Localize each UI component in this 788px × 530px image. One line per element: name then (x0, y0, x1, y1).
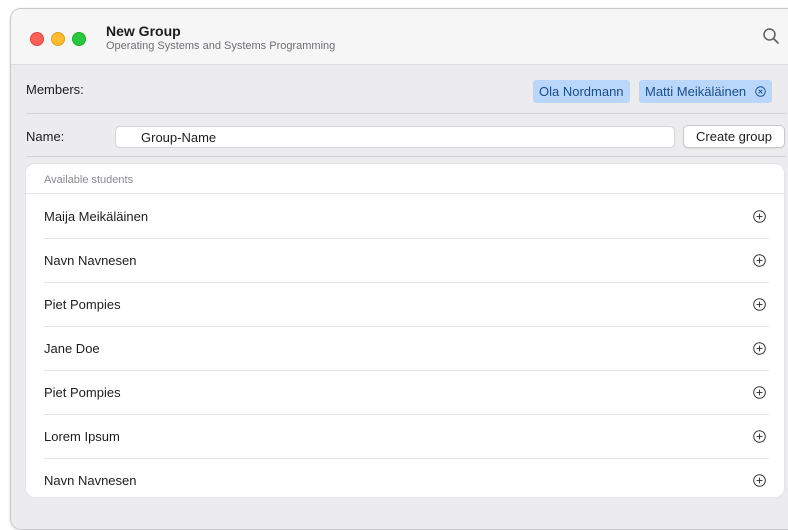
student-row[interactable]: Jane Doe (26, 326, 784, 370)
available-students-panel: Available students Maija Meikäläinen Nav… (26, 164, 784, 497)
add-student-icon[interactable] (753, 342, 766, 355)
members-label: Members: (26, 82, 84, 97)
window-subtitle: Operating Systems and Systems Programmin… (106, 40, 336, 52)
available-students-header: Available students (44, 174, 134, 186)
student-row[interactable]: Navn Navnesen (26, 238, 784, 282)
add-student-icon[interactable] (753, 386, 766, 399)
student-name: Navn Navnesen (44, 253, 137, 268)
student-name: Piet Pompies (44, 385, 121, 400)
search-icon[interactable] (762, 27, 780, 45)
add-student-icon[interactable] (753, 430, 766, 443)
student-name: Jane Doe (44, 341, 100, 356)
student-name: Piet Pompies (44, 297, 121, 312)
name-label: Name: (26, 129, 65, 144)
close-window-button[interactable] (30, 32, 44, 46)
zoom-window-button[interactable] (72, 32, 86, 46)
student-list: Maija Meikäläinen Navn Navnesen Piet Pom… (26, 194, 784, 502)
member-chip-label: Ola Nordmann (539, 84, 624, 99)
add-student-icon[interactable] (753, 474, 766, 487)
remove-member-icon[interactable] (755, 86, 766, 97)
student-name: Maija Meikäläinen (44, 209, 149, 224)
title-bar: New Group Operating Systems and Systems … (11, 9, 788, 65)
student-row[interactable]: Maija Meikäläinen (26, 194, 784, 238)
student-row[interactable]: Navn Navnesen (26, 458, 784, 502)
divider (26, 156, 786, 157)
group-name-input[interactable] (115, 126, 675, 148)
student-name: Navn Navnesen (44, 473, 137, 488)
student-row[interactable]: Piet Pompies (26, 370, 784, 414)
member-chip[interactable]: Ola Nordmann (533, 80, 630, 103)
student-row[interactable]: Lorem Ipsum (26, 414, 784, 458)
minimize-window-button[interactable] (51, 32, 65, 46)
student-row[interactable]: Piet Pompies (26, 282, 784, 326)
member-chip-label: Matti Meikäläinen (645, 84, 747, 99)
members-row: Members: Ola Nordmann Matti Meikäläinen (11, 65, 788, 113)
add-student-icon[interactable] (753, 210, 766, 223)
student-name: Lorem Ipsum (44, 429, 120, 444)
member-chip[interactable]: Matti Meikäläinen (639, 80, 772, 103)
add-student-icon[interactable] (753, 254, 766, 267)
create-group-button[interactable]: Create group (683, 125, 785, 148)
add-student-icon[interactable] (753, 298, 766, 311)
name-row: Name: Create group (11, 114, 788, 156)
window-title: New Group (106, 23, 181, 39)
app-window: New Group Operating Systems and Systems … (10, 8, 788, 530)
